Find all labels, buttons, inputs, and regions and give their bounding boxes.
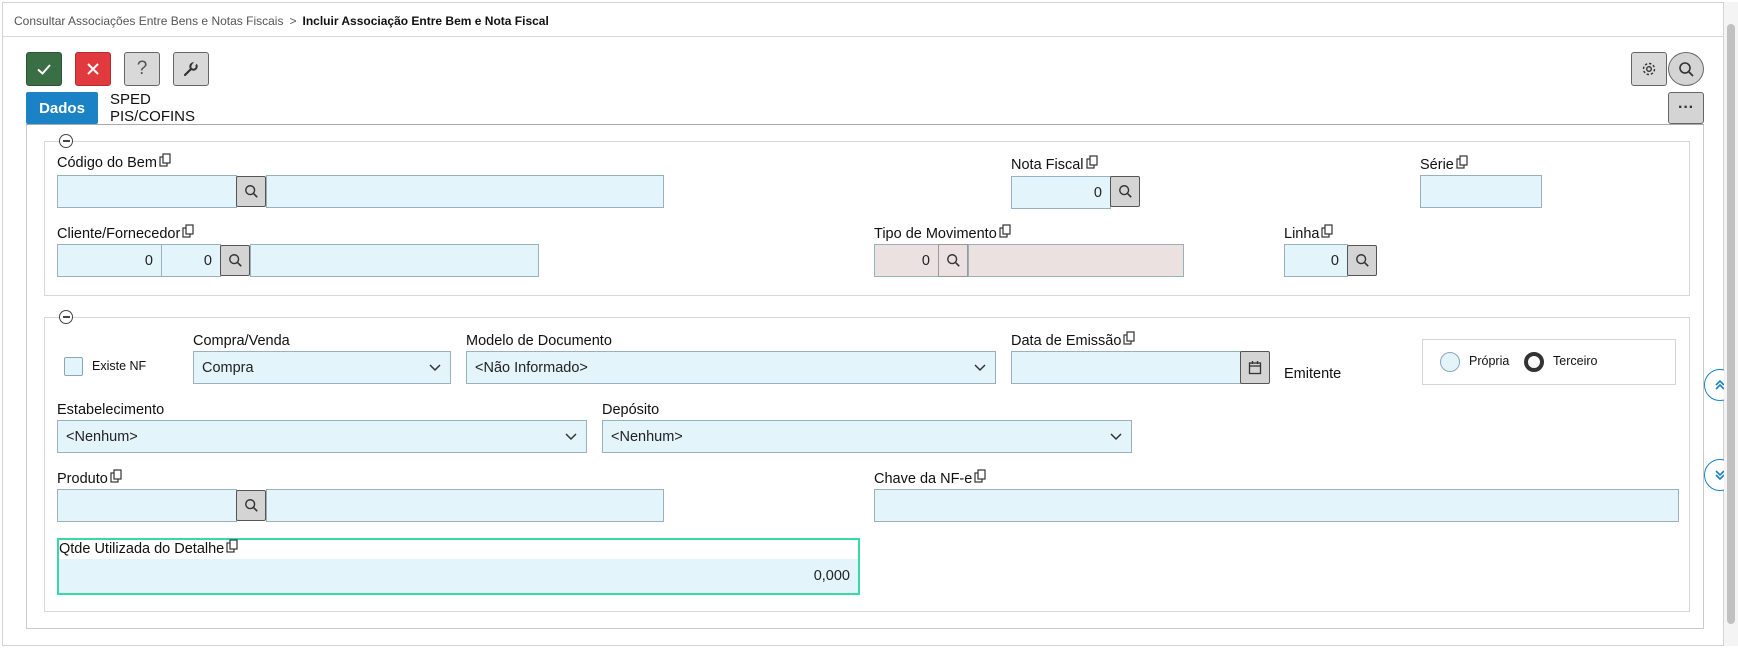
nota-fiscal-search-button[interactable] [1110, 176, 1140, 207]
copy-icon[interactable] [974, 469, 986, 483]
search-icon [1118, 185, 1132, 198]
help-icon: ? [136, 58, 148, 79]
chevron-down-icon [565, 432, 577, 440]
copy-icon[interactable] [110, 469, 122, 483]
breadcrumb-current: Incluir Associação Entre Bem e Nota Fisc… [302, 14, 549, 28]
compra-venda-select[interactable]: Compra [193, 351, 451, 384]
modelo-documento-label: Modelo de Documento [466, 333, 612, 349]
wrench-icon [183, 61, 198, 77]
collapse-section-2-icon[interactable] [59, 310, 73, 324]
estabelecimento-value: <Nenhum> [66, 428, 138, 445]
copy-icon[interactable] [1321, 224, 1334, 238]
calendar-button[interactable] [1240, 351, 1270, 384]
search-icon [1355, 254, 1369, 267]
modelo-documento-select[interactable]: <Não Informado> [466, 351, 996, 384]
produto-label: Produto [57, 469, 122, 487]
chevron-down-icon [429, 363, 441, 371]
codigo-bem-search-button[interactable] [236, 176, 266, 207]
collapse-section-1-icon[interactable] [59, 134, 73, 148]
copy-icon[interactable] [159, 153, 171, 167]
tipo-movimento-search-button [938, 244, 968, 277]
tipo-movimento-input: 0 [874, 244, 939, 277]
breadcrumb: Consultar Associações Entre Bens e Notas… [14, 14, 549, 28]
help-button[interactable]: ? [124, 52, 160, 86]
global-search-button[interactable] [1668, 52, 1704, 86]
copy-icon[interactable] [1085, 155, 1098, 169]
serie-label: Série [1420, 155, 1468, 173]
tipo-movimento-label: Tipo de Movimento [874, 224, 1011, 242]
header-divider [2, 36, 1724, 37]
emitente-terceiro-radio[interactable] [1524, 352, 1544, 372]
emitente-propria-label: Própria [1469, 354, 1510, 368]
gear-icon [1642, 62, 1656, 76]
produto-search-button[interactable] [236, 490, 266, 521]
scrollbar-thumb[interactable] [1727, 24, 1735, 624]
cliente-description [250, 244, 539, 277]
linha-input[interactable]: 0 [1284, 244, 1348, 277]
qtde-utilizada-label: Qtde Utilizada do Detalhe [59, 539, 238, 557]
compra-venda-label: Compra/Venda [193, 333, 290, 349]
breadcrumb-separator: > [289, 14, 297, 28]
linha-label: Linha [1284, 224, 1334, 242]
search-icon [244, 185, 258, 198]
estabelecimento-select[interactable]: <Nenhum> [57, 420, 587, 453]
produto-description [266, 489, 664, 522]
search-icon [946, 254, 960, 267]
settings-button[interactable] [1631, 52, 1667, 86]
close-icon [87, 63, 99, 75]
cliente-input[interactable]: 0 [57, 244, 162, 277]
chave-nfe-input[interactable] [874, 489, 1679, 522]
emitente-radio-group [1422, 339, 1676, 385]
more-icon: ··· [1678, 99, 1694, 116]
nota-fiscal-input[interactable]: 0 [1011, 176, 1111, 209]
compra-venda-value: Compra [202, 359, 254, 376]
cliente-loja-input[interactable]: 0 [161, 244, 221, 277]
cliente-search-button[interactable] [220, 245, 250, 276]
linha-search-button[interactable] [1347, 245, 1377, 276]
emitente-label: Emitente [1284, 366, 1342, 382]
codigo-bem-input[interactable] [57, 175, 237, 208]
chevron-down-icon [974, 363, 986, 371]
chevron-down-icon [1110, 432, 1122, 440]
search-icon [228, 254, 242, 267]
breadcrumb-parent-link[interactable]: Consultar Associações Entre Bens e Notas… [14, 14, 283, 28]
emitente-terceiro-label: Terceiro [1553, 354, 1598, 368]
deposito-select[interactable]: <Nenhum> [602, 420, 1132, 453]
calendar-icon [1248, 361, 1262, 375]
produto-input[interactable] [57, 489, 237, 522]
cliente-fornecedor-label: Cliente/Fornecedor [57, 224, 194, 242]
deposito-value: <Nenhum> [611, 428, 683, 445]
serie-input[interactable] [1420, 175, 1542, 208]
tab-dados[interactable]: Dados [26, 92, 98, 124]
copy-icon[interactable] [1123, 331, 1136, 345]
more-options-button[interactable]: ··· [1668, 92, 1704, 124]
tipo-movimento-description [968, 244, 1184, 277]
check-icon [37, 64, 51, 75]
chave-nfe-label: Chave da NF-e [874, 469, 986, 487]
confirm-button[interactable] [26, 52, 62, 86]
search-icon [244, 499, 258, 512]
copy-icon[interactable] [182, 224, 194, 238]
cancel-button[interactable] [75, 52, 111, 86]
qtde-utilizada-input[interactable]: 0,000 [59, 559, 858, 593]
estabelecimento-label: Estabelecimento [57, 402, 165, 418]
search-icon [1678, 61, 1694, 77]
existe-nf-checkbox[interactable] [64, 357, 83, 376]
codigo-bem-label: Código do Bem [57, 153, 171, 171]
copy-icon[interactable] [999, 224, 1011, 238]
data-emissao-input[interactable] [1011, 351, 1241, 384]
copy-icon[interactable] [226, 539, 238, 553]
copy-icon[interactable] [1456, 155, 1468, 169]
codigo-bem-description [266, 175, 664, 208]
tools-button[interactable] [173, 52, 209, 86]
nota-fiscal-label: Nota Fiscal [1011, 155, 1098, 173]
deposito-label: Depósito [602, 402, 660, 418]
data-emissao-label: Data de Emissão [1011, 331, 1136, 349]
tab-sped-pis-cofins[interactable]: SPED PIS/COFINS [110, 91, 240, 125]
modelo-documento-value: <Não Informado> [475, 359, 588, 376]
emitente-propria-radio[interactable] [1440, 352, 1460, 372]
existe-nf-label: Existe NF [92, 359, 147, 373]
